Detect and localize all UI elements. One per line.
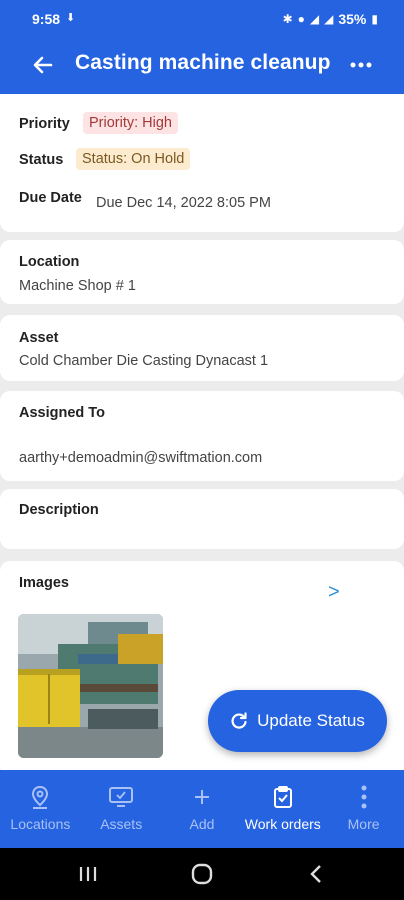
battery-text: 35% — [338, 11, 367, 27]
page-title: Casting machine cleanup — [75, 51, 331, 74]
location-label: Location — [19, 254, 80, 270]
app-header: Casting machine cleanup — [0, 38, 404, 94]
asset-value: Cold Chamber Die Casting Dynacast 1 — [19, 353, 269, 369]
bottom-navigation: Locations Assets Add Work orders More — [0, 770, 404, 848]
plus-icon — [193, 784, 211, 810]
assigned-card: Assigned To aarthy+demoadmin@swiftmation… — [0, 391, 404, 481]
location-value: Machine Shop # 1 — [19, 278, 136, 294]
clipboard-check-icon — [272, 784, 294, 810]
machine-photo-thumbnail[interactable] — [18, 614, 163, 758]
nav-add[interactable]: Add — [162, 770, 243, 848]
nav-more-label: More — [347, 816, 380, 832]
due-date-value: Due Dec 14, 2022 8:05 PM — [96, 195, 271, 211]
description-label: Description — [19, 502, 99, 518]
nav-add-label: Add — [189, 816, 215, 832]
update-status-label: Update Status — [257, 711, 365, 730]
priority-badge: Priority: High — [83, 112, 178, 134]
location-card[interactable]: Location Machine Shop # 1 — [0, 240, 404, 304]
location-pin-icon — [30, 784, 50, 810]
nav-work-orders[interactable]: Work orders — [242, 770, 323, 848]
images-next-button[interactable]: > — [328, 581, 340, 604]
wifi-icon: ◢ — [309, 12, 320, 26]
nav-assets-label: Assets — [100, 816, 143, 832]
vertical-dots-icon — [361, 784, 367, 810]
nav-locations[interactable]: Locations — [0, 770, 81, 848]
system-navigation-bar — [0, 848, 404, 900]
status-bar: 9:58 ⬇ ✱ ● ◢ ◢ 35% ▮ — [0, 0, 404, 38]
location-status-icon: ● — [297, 12, 305, 26]
assigned-label: Assigned To — [19, 405, 105, 421]
home-icon — [191, 863, 213, 885]
battery-icon: ▮ — [371, 12, 378, 26]
status-time: 9:58 — [32, 11, 61, 27]
system-back-icon — [310, 865, 321, 883]
monitor-icon — [108, 784, 134, 810]
priority-label: Priority — [19, 116, 70, 132]
recent-apps-icon — [79, 867, 97, 881]
images-label: Images — [19, 575, 69, 591]
machine-photo-image — [18, 614, 163, 758]
assigned-value: aarthy+demoadmin@swiftmation.com — [19, 450, 263, 466]
more-options-button[interactable] — [348, 52, 374, 78]
refresh-icon — [231, 712, 247, 729]
back-button[interactable] — [28, 50, 58, 80]
update-status-button[interactable]: Update Status — [208, 690, 387, 752]
recent-apps-button[interactable] — [73, 860, 103, 888]
nav-work-orders-label: Work orders — [244, 816, 321, 832]
system-icons: ✱ ● ◢ ◢ 35% ▮ — [283, 11, 378, 27]
status-label: Status — [19, 152, 64, 168]
system-back-button[interactable] — [301, 860, 331, 888]
due-date-label: Due Date — [19, 190, 82, 206]
nav-assets[interactable]: Assets — [81, 770, 162, 848]
signal-icon: ◢ — [324, 12, 334, 26]
download-icon: ⬇ — [66, 12, 76, 24]
details-card: Priority Priority: High Status Status: O… — [0, 94, 404, 232]
status-badge: Status: On Hold — [76, 148, 191, 170]
bluetooth-icon: ✱ — [282, 12, 293, 26]
asset-label: Asset — [19, 330, 59, 346]
description-card: Description — [0, 489, 404, 549]
nav-more[interactable]: More — [323, 770, 404, 848]
asset-card[interactable]: Asset Cold Chamber Die Casting Dynacast … — [0, 315, 404, 381]
nav-locations-label: Locations — [10, 816, 71, 832]
home-button[interactable] — [187, 860, 217, 888]
back-arrow-icon — [33, 56, 53, 74]
horizontal-dots-icon — [350, 62, 372, 68]
